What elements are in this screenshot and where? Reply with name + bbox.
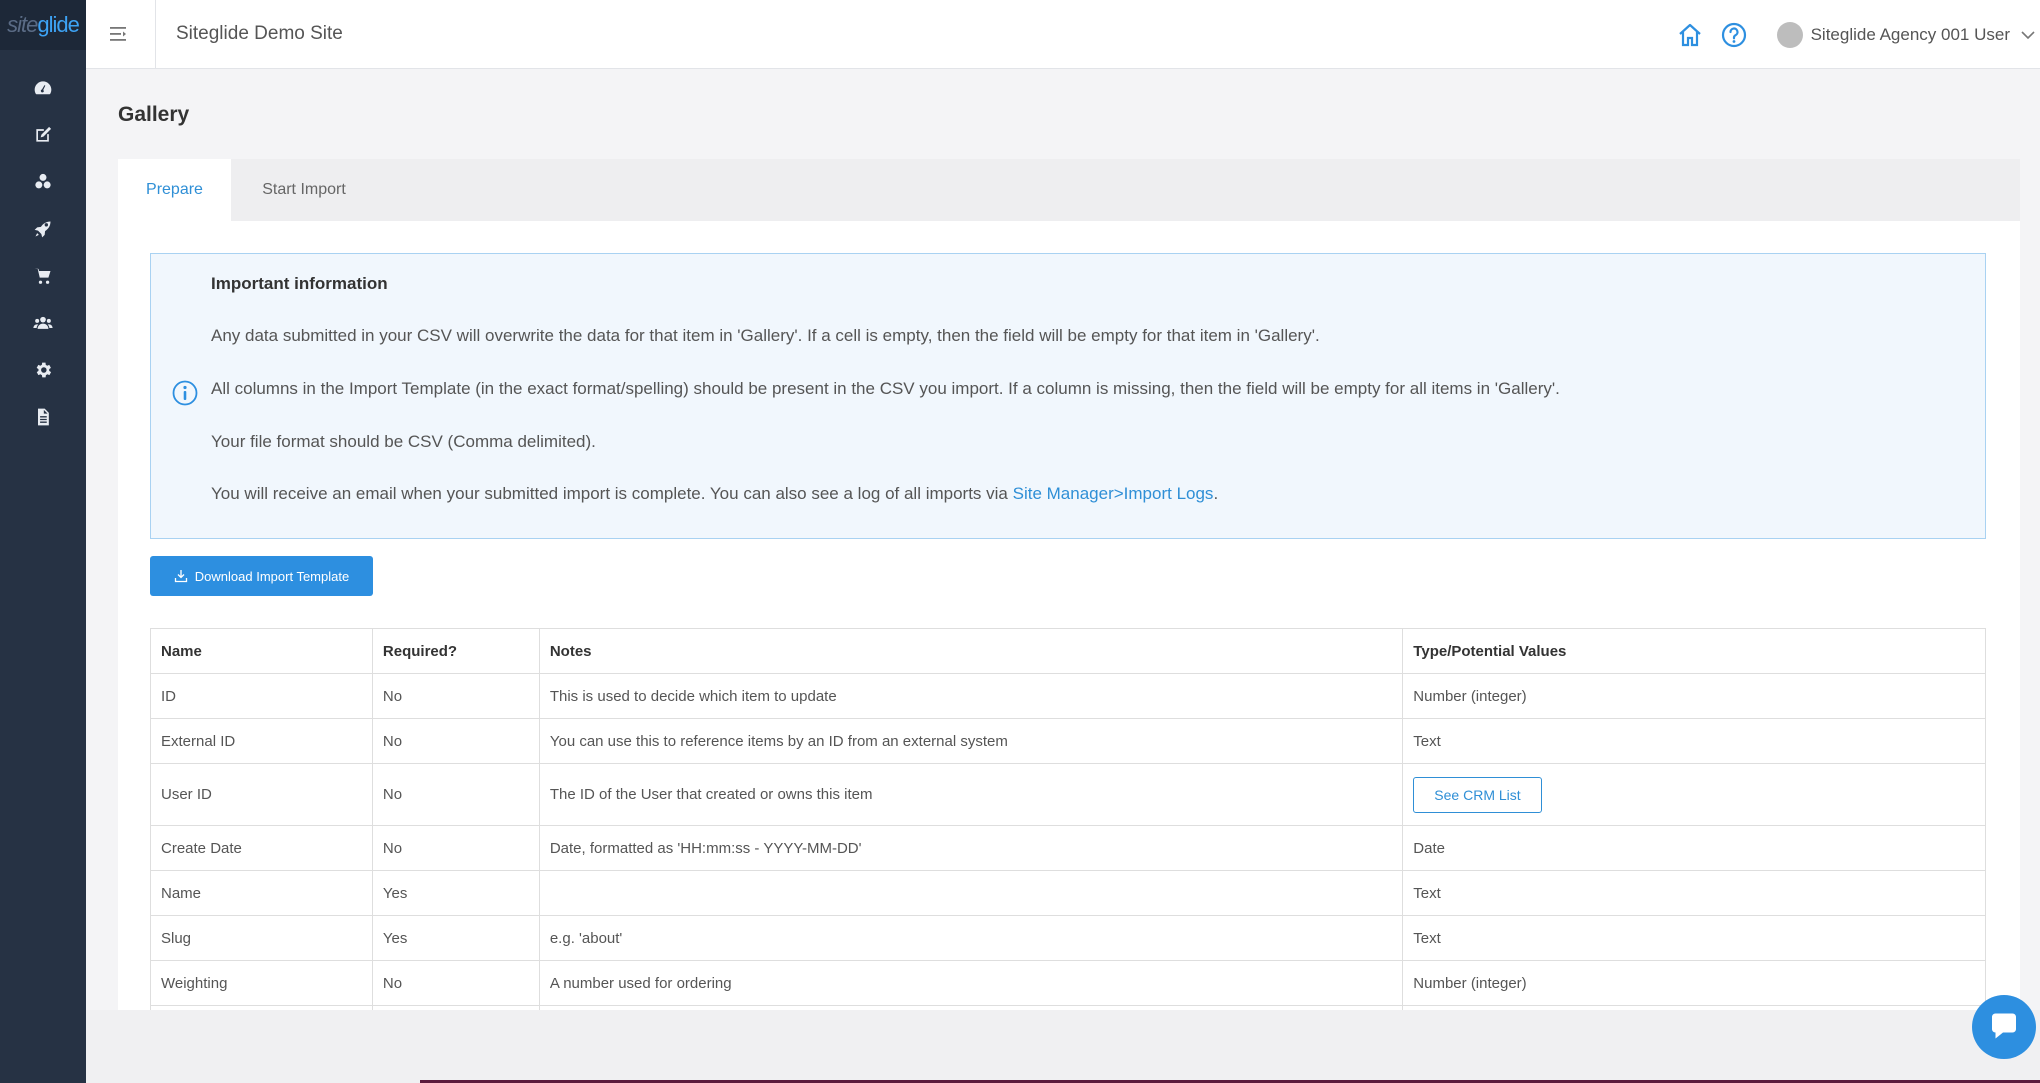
- avatar[interactable]: [1776, 21, 1803, 48]
- cell-required: No: [371, 825, 540, 871]
- cell-notes: The ID of the User that created or owns …: [538, 763, 1404, 826]
- info-line-format: Your file format should be CSV (Comma de…: [211, 432, 596, 451]
- logo-text-part2: glide: [37, 12, 79, 37]
- cell-required: Yes: [371, 870, 540, 916]
- table-row: Create Date No Date, formatted as 'HH:mm…: [150, 825, 1986, 871]
- cell-name: Name: [150, 870, 373, 916]
- cell-type: Number (integer): [1402, 673, 1986, 719]
- info-box: Important information Any data submitted…: [150, 253, 1986, 539]
- cell-name: Weighting: [150, 960, 373, 1006]
- info-line-email: You will receive an email when your subm…: [211, 484, 1218, 504]
- edit-icon[interactable]: [0, 111, 86, 158]
- see-crm-list-button[interactable]: See CRM List: [1413, 776, 1542, 813]
- user-name[interactable]: Siteglide Agency 001 User: [1811, 25, 2010, 45]
- chat-bubble-icon: [1992, 1013, 2016, 1039]
- page-footer: [86, 1010, 2040, 1083]
- site-title: Siteglide Demo Site: [176, 23, 343, 44]
- cell-notes: This is used to decide which item to upd…: [538, 673, 1404, 719]
- dashboard-icon[interactable]: [0, 64, 86, 111]
- modules-icon[interactable]: [0, 158, 86, 205]
- prepare-panel: Important information Any data submitted…: [118, 221, 2020, 1010]
- cell-name: Create Date: [150, 825, 373, 871]
- cart-icon[interactable]: [0, 252, 86, 299]
- info-icon: [172, 380, 198, 406]
- file-icon[interactable]: [0, 393, 86, 440]
- chevron-down-icon[interactable]: [2020, 27, 2036, 43]
- rocket-icon[interactable]: [0, 205, 86, 252]
- cell-type: Text: [1402, 718, 1986, 764]
- header-divider: [155, 0, 156, 69]
- cell-name: Slug: [150, 915, 373, 961]
- cell-notes: A number used for ordering: [538, 960, 1404, 1006]
- table-row: Slug Yes e.g. 'about' Text: [150, 915, 1986, 961]
- cell-type: Text: [1402, 870, 1986, 916]
- table-header-row: Name Required? Notes Type/Potential Valu…: [150, 628, 1986, 674]
- tabs-bar: Prepare Start Import: [118, 159, 2020, 221]
- cell-notes: You can use this to reference items by a…: [538, 718, 1404, 764]
- cell-notes: [538, 870, 1404, 916]
- tab-prepare[interactable]: Prepare: [118, 159, 231, 221]
- info-line-email-suffix: .: [1213, 484, 1219, 503]
- table-row: Weighting No A number used for ordering …: [150, 960, 1986, 1006]
- table-row: ID No This is used to decide which item …: [150, 673, 1986, 719]
- cell-required: No: [371, 960, 540, 1006]
- table-row: External ID No You can use this to refer…: [150, 718, 1986, 764]
- sidebar: site glide: [0, 0, 86, 1083]
- cell-required: No: [371, 718, 540, 764]
- top-header: Siteglide Demo Site Siteglide Agency 001…: [86, 0, 2040, 69]
- logo-text-part1: site: [7, 12, 38, 37]
- cell-notes: Date, formatted as 'HH:mm:ss - YYYY-MM-D…: [538, 825, 1404, 871]
- menu-toggle-icon[interactable]: [108, 24, 128, 44]
- info-line-email-text: You will receive an email when your subm…: [211, 484, 1013, 503]
- column-header-notes: Notes: [538, 628, 1404, 674]
- info-title: Important information: [211, 274, 388, 293]
- cell-name: User ID: [150, 763, 373, 826]
- page-title: Gallery: [118, 103, 190, 126]
- import-logs-link[interactable]: Site Manager>Import Logs: [1013, 484, 1214, 503]
- users-icon[interactable]: [0, 299, 86, 346]
- import-fields-table: Name Required? Notes Type/Potential Valu…: [150, 628, 1986, 1010]
- download-template-label: Download Import Template: [194, 568, 350, 584]
- cell-required: Yes: [371, 915, 540, 961]
- tab-start-import[interactable]: Start Import: [231, 159, 377, 221]
- info-line-columns: All columns in the Import Template (in t…: [211, 379, 1560, 398]
- info-line-overwrite: Any data submitted in your CSV will over…: [211, 326, 1320, 345]
- home-icon[interactable]: [1673, 18, 1707, 52]
- siteglide-logo[interactable]: site glide: [0, 0, 86, 50]
- cell-required: No: [371, 673, 540, 719]
- column-header-type: Type/Potential Values: [1402, 628, 1986, 674]
- download-icon: [174, 570, 187, 583]
- cell-type: Number (integer): [1402, 960, 1986, 1006]
- column-header-name: Name: [150, 628, 373, 674]
- download-template-button[interactable]: Download Import Template: [150, 556, 373, 596]
- cell-name: External ID: [150, 718, 373, 764]
- column-header-required: Required?: [371, 628, 540, 674]
- cell-type: Text: [1402, 915, 1986, 961]
- settings-icon[interactable]: [0, 346, 86, 393]
- cell-notes: e.g. 'about': [538, 915, 1404, 961]
- cell-name: ID: [150, 673, 373, 719]
- cell-required: No: [371, 763, 540, 826]
- chat-button[interactable]: [1972, 995, 2036, 1059]
- table-row: User ID No The ID of the User that creat…: [150, 763, 1986, 826]
- table-row: Name Yes Text: [150, 870, 1986, 916]
- cell-type: Date: [1402, 825, 1986, 871]
- cell-type: See CRM List: [1402, 763, 1986, 826]
- help-icon[interactable]: [1717, 18, 1751, 52]
